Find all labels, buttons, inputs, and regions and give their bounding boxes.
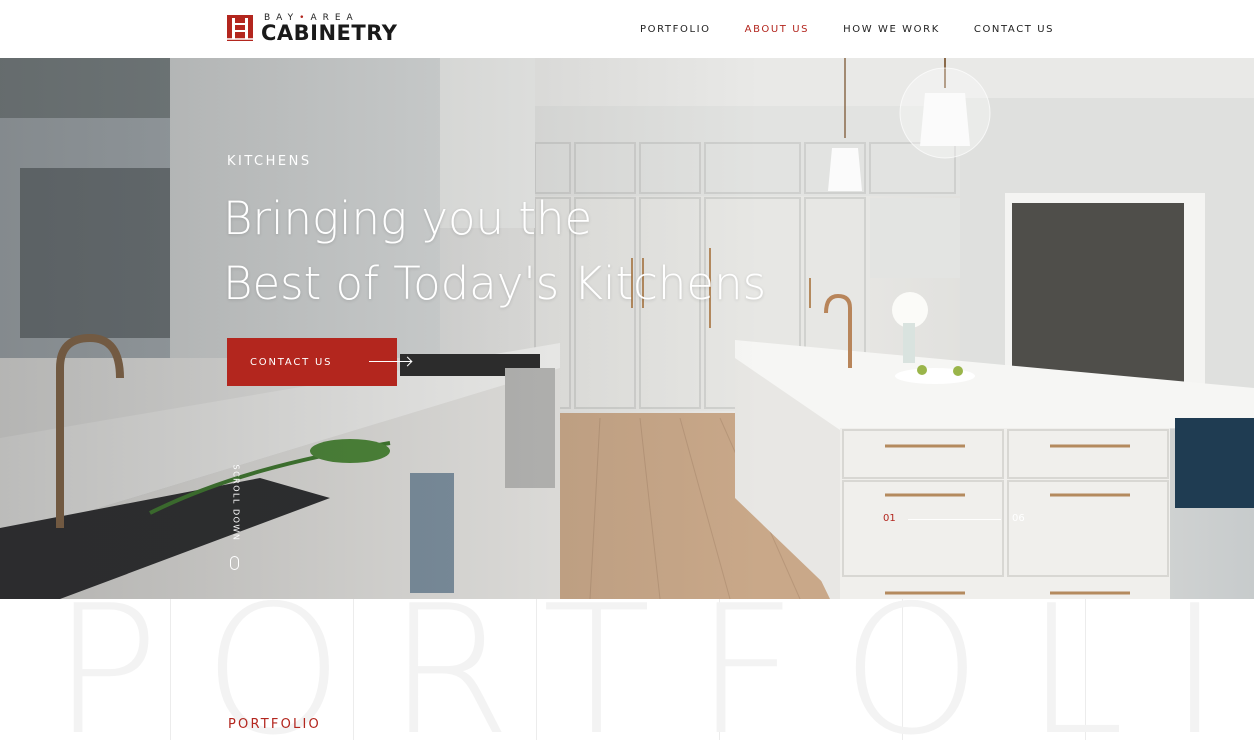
main-nav: PORTFOLIO ABOUT US HOW WE WORK CONTACT U… <box>640 24 1088 35</box>
hero-overlay <box>0 58 760 599</box>
nav-portfolio[interactable]: PORTFOLIO <box>640 24 711 35</box>
hero-category: KITCHENS <box>227 154 312 169</box>
logo-wordmark: CABINETRY <box>261 21 398 45</box>
hero-heading: Bringing you the Best of Today's Kitchen… <box>223 186 766 316</box>
slide-pagination: 01 06 <box>883 513 1033 527</box>
hero-heading-line-2: Best of Today's Kitchens <box>223 257 767 310</box>
slide-progress-line <box>908 519 1001 520</box>
portfolio-section-label: PORTFOLIO <box>228 717 321 732</box>
nav-how-we-work[interactable]: HOW WE WORK <box>843 24 940 35</box>
scroll-down-indicator[interactable]: SCROLL DOWN <box>228 464 242 578</box>
contact-us-button[interactable]: CONTACT US <box>227 338 411 386</box>
scroll-down-label: SCROLL DOWN <box>231 464 241 542</box>
contact-us-button-label: CONTACT US <box>250 356 333 368</box>
hero-heading-line-1: Bringing you the <box>223 192 593 245</box>
slide-current-number[interactable]: 01 <box>883 513 896 524</box>
site-header: BAY•AREA CABINETRY PORTFOLIO ABOUT US HO… <box>0 0 1254 58</box>
site-logo[interactable]: BAY•AREA CABINETRY <box>227 12 397 46</box>
nav-contact-us[interactable]: CONTACT US <box>974 24 1054 35</box>
arrow-right-icon <box>369 361 411 362</box>
hero-slider: KITCHENS Bringing you the Best of Today'… <box>0 58 1254 599</box>
portfolio-section: PORTFOLIO PORTFOLIO <box>0 599 1254 740</box>
mouse-icon <box>230 556 239 570</box>
nav-about-us[interactable]: ABOUT US <box>745 24 809 35</box>
slide-total-number[interactable]: 06 <box>1012 513 1025 524</box>
golden-gate-logo-icon <box>227 15 253 41</box>
